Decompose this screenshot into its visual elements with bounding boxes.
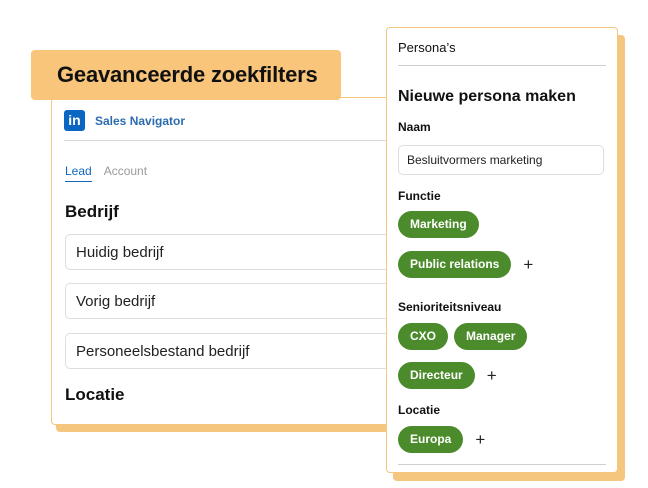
tab-account[interactable]: Account [104,164,147,182]
chip-cxo[interactable]: CXO [398,323,449,350]
divider [398,464,606,465]
filters-card: in Sales Navigator Lead Account Bedrijf … [51,97,395,425]
persona-card: Persona’s Nieuwe persona maken Naam Func… [386,27,618,473]
divider [398,65,606,66]
feature-banner: Geavanceerde zoekfilters [31,50,341,100]
filter-past-company[interactable]: Vorig bedrijf [65,283,394,319]
chip-manager[interactable]: Manager [454,323,528,350]
seniority-chip-row-2: Directeur + [398,362,497,389]
name-label: Naam [398,120,431,134]
linkedin-icon: in [64,110,85,131]
chip-public-relations[interactable]: Public relations [398,251,512,278]
divider [64,140,394,141]
banner-title: Geavanceerde zoekfilters [57,62,318,87]
function-chip-row-2: Public relations + [398,251,533,278]
location-chip-row: Europa + [398,426,485,453]
persona-heading: Nieuwe persona maken [398,88,576,105]
persona-name-input[interactable] [398,145,604,175]
seniority-label: Senioriteitsniveau [398,300,502,314]
filter-company-headcount[interactable]: Personeelsbestand bedrijf [65,333,394,369]
add-location-icon[interactable]: + [475,426,485,453]
add-seniority-icon[interactable]: + [487,362,497,389]
panel-title: Persona’s [398,40,456,55]
function-label: Functie [398,189,441,203]
function-chip-row-1: Marketing [398,211,479,238]
chip-marketing[interactable]: Marketing [398,211,479,238]
tab-lead[interactable]: Lead [65,164,92,182]
add-function-icon[interactable]: + [523,251,533,278]
location-heading: Locatie [65,385,125,404]
chip-europa[interactable]: Europa [398,426,464,453]
seniority-chip-row-1: CXO Manager [398,323,528,350]
brand-row: in Sales Navigator [64,110,185,131]
brand-label[interactable]: Sales Navigator [95,114,185,128]
company-heading: Bedrijf [65,202,119,221]
filter-current-company[interactable]: Huidig bedrijf [65,234,394,270]
chip-directeur[interactable]: Directeur [398,362,475,389]
tab-bar: Lead Account [65,164,147,182]
location-label: Locatie [398,403,441,417]
